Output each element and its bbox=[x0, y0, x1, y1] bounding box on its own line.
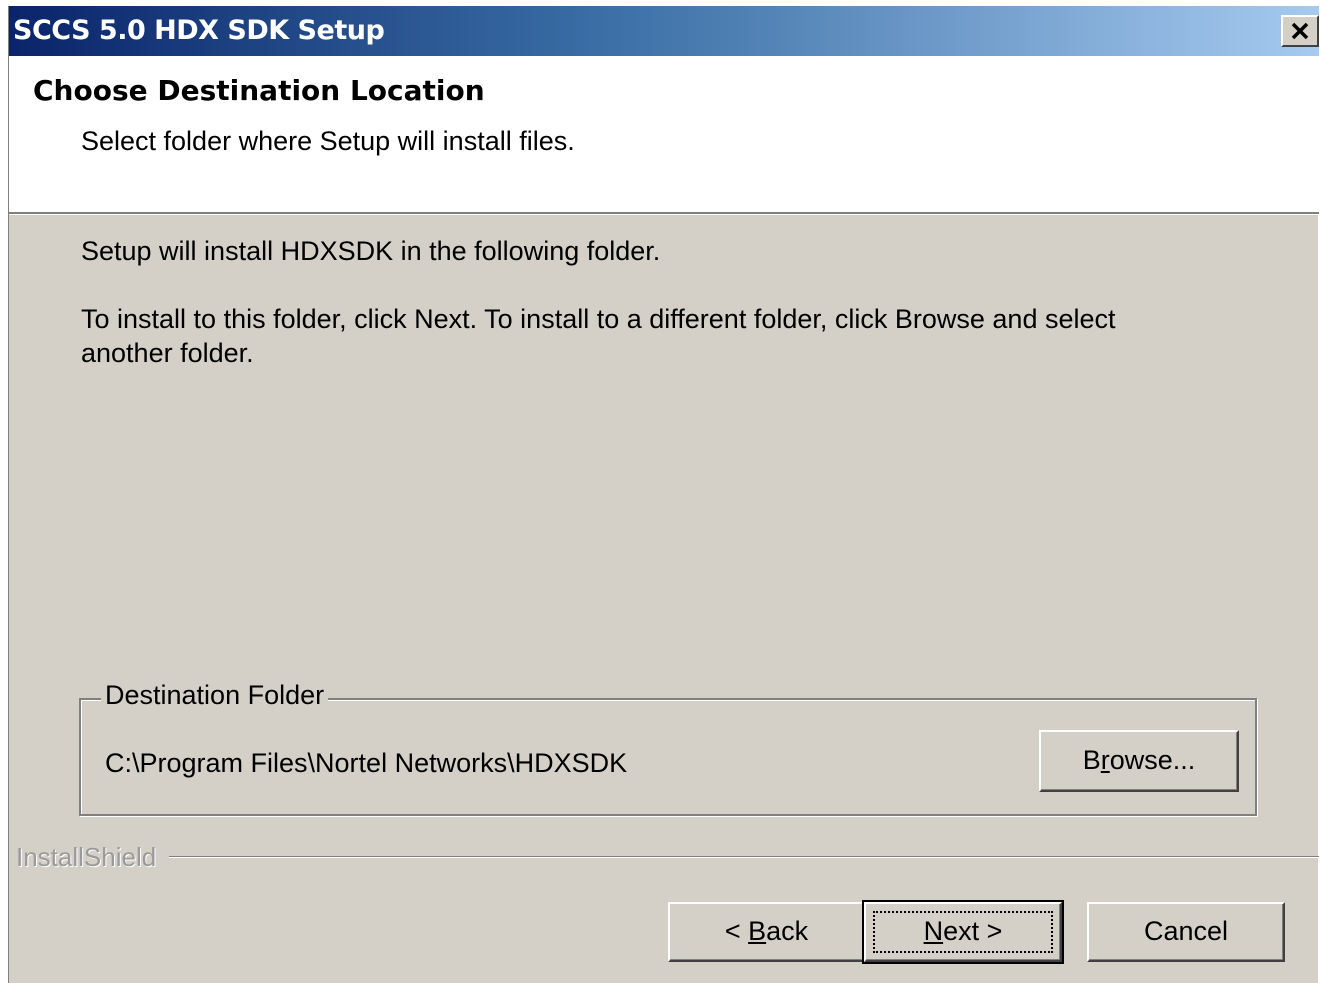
footer-divider bbox=[169, 856, 1319, 858]
browse-button[interactable]: Browse... bbox=[1039, 730, 1239, 792]
browse-label-pre: B bbox=[1082, 745, 1101, 775]
browse-label-post: owse... bbox=[1109, 745, 1196, 775]
page-subtitle: Select folder where Setup will install f… bbox=[81, 126, 575, 156]
destination-path: C:\Program Files\Nortel Networks\HDXSDK bbox=[105, 748, 628, 778]
install-info-text: Setup will install HDXSDK in the followi… bbox=[81, 236, 661, 266]
close-icon bbox=[1291, 22, 1309, 40]
back-accelerator: B bbox=[748, 916, 767, 946]
destination-folder-group: Destination Folder C:\Program Files\Nort… bbox=[79, 680, 1257, 816]
title-bar[interactable]: SCCS 5.0 HDX SDK Setup bbox=[9, 6, 1319, 56]
page-title: Choose Destination Location bbox=[33, 74, 485, 107]
next-button[interactable]: Next > bbox=[862, 900, 1064, 964]
back-button[interactable]: < Back bbox=[668, 902, 865, 962]
browse-accelerator: r bbox=[1100, 745, 1110, 775]
cancel-button[interactable]: Cancel bbox=[1087, 902, 1285, 962]
window-title: SCCS 5.0 HDX SDK Setup bbox=[13, 15, 385, 46]
back-label-pre: < bbox=[724, 916, 749, 946]
close-button[interactable] bbox=[1281, 15, 1319, 47]
install-instructions-text: To install to this folder, click Next. T… bbox=[81, 304, 1116, 368]
setup-dialog: SCCS 5.0 HDX SDK Setup Choose Destinatio… bbox=[8, 6, 1319, 983]
destination-folder-label: Destination Folder bbox=[101, 680, 329, 711]
focus-rectangle bbox=[873, 911, 1053, 953]
back-label-post: ack bbox=[766, 916, 809, 946]
installshield-brand: InstallShield bbox=[16, 842, 157, 872]
header-panel: Choose Destination Location Select folde… bbox=[9, 56, 1319, 214]
